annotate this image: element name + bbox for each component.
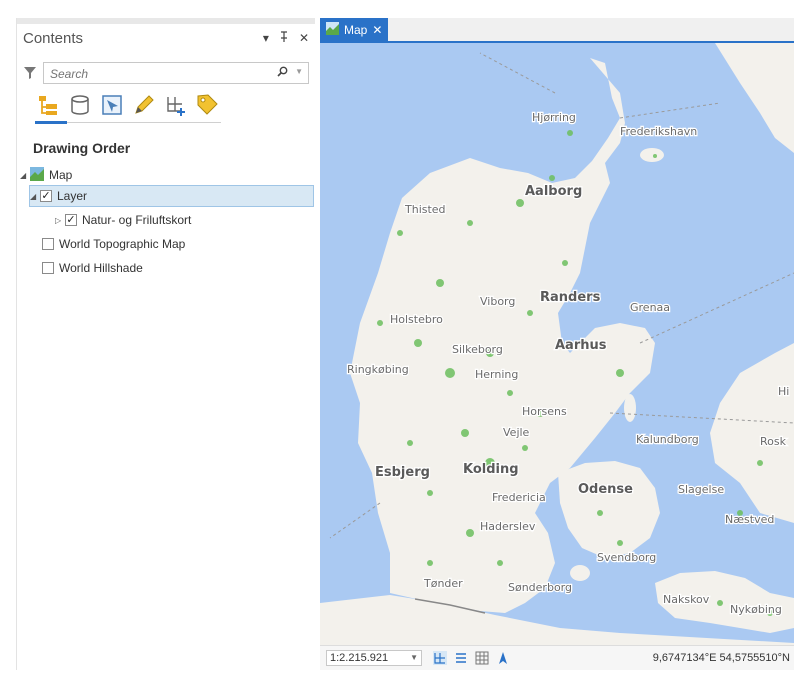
city-label-horsens: Horsens (522, 405, 567, 418)
city-label-vejle: Vejle (503, 426, 530, 439)
pause-drawing-icon[interactable] (453, 650, 469, 666)
contents-pane: Contents ▾ ✕ ▼ (16, 18, 315, 670)
tab-label: Map (344, 22, 368, 37)
snapping-icon[interactable] (432, 650, 448, 666)
scale-selector[interactable]: 1:2.215.921 ▼ (326, 650, 422, 666)
tree-item-label: Map (49, 168, 73, 182)
sweden-landmass (715, 43, 794, 153)
tree-item-sublayer[interactable]: ▷ ✓ Natur- og Friluftskort (55, 209, 191, 231)
city-label-hi: Hi (778, 385, 789, 398)
active-tool-indicator (35, 121, 67, 124)
city-label-randers: Randers (540, 290, 601, 305)
list-by-drawing-order-icon[interactable] (35, 92, 61, 118)
collapse-layer-icon[interactable]: ◢ (30, 192, 40, 201)
city-label-slagelse: Slagelse (678, 483, 724, 496)
search-input[interactable] (48, 65, 272, 83)
city-label-aarhus: Aarhus (555, 338, 607, 353)
map-tab-bar: Map ✕ (320, 18, 794, 43)
city-label-naestved: Næstved (725, 513, 774, 526)
tree-item-label: World Topographic Map (59, 237, 186, 251)
tab-map[interactable]: Map ✕ (320, 18, 389, 41)
search-box[interactable]: ▼ (43, 62, 309, 84)
list-by-data-source-icon[interactable] (67, 92, 93, 118)
city-label-kalundborg: Kalundborg (636, 433, 699, 446)
expand-sublayer-icon[interactable]: ▷ (55, 216, 65, 225)
city-label-nykobing: Nykøbing (730, 603, 782, 616)
pane-menu-icon[interactable]: ▾ (263, 31, 269, 46)
scale-value: 1:2.215.921 (330, 652, 389, 664)
city-label-svendborg: Svendborg (597, 551, 656, 564)
tree-item-layer[interactable]: ◢ ✓ Layer (29, 185, 314, 207)
section-title: Drawing Order (33, 140, 131, 156)
city-label-fredericia: Fredericia (492, 491, 546, 504)
city-label-kolding: Kolding (463, 462, 519, 477)
list-by-editing-icon[interactable] (131, 92, 157, 118)
city-label-herning: Herning (475, 368, 518, 381)
list-by-snapping-icon[interactable] (163, 92, 189, 118)
city-label-tonder: Tønder (423, 577, 463, 590)
chevron-down-icon[interactable]: ▼ (410, 653, 418, 662)
city-label-frederikshavn: Frederikshavn (620, 125, 697, 138)
city-label-nakskov: Nakskov (663, 593, 710, 606)
island-samso (624, 394, 636, 422)
north-arrow-icon[interactable] (495, 650, 511, 666)
basemap: Hjørring Frederikshavn Aalborg Thisted V… (320, 43, 794, 645)
tree-item-label: World Hillshade (59, 261, 143, 275)
sublayer-visibility-checkbox[interactable]: ✓ (65, 214, 77, 226)
city-label-silkeborg: Silkeborg (452, 343, 503, 356)
tree-item-map[interactable]: ◢ Map (20, 164, 72, 186)
tree-item-label: Natur- og Friluftskort (82, 213, 192, 227)
collapse-map-icon[interactable]: ◢ (20, 171, 30, 180)
filter-icon[interactable] (23, 66, 37, 85)
island-als (570, 565, 590, 581)
topo-visibility-checkbox[interactable] (42, 238, 54, 250)
close-pane-icon[interactable]: ✕ (299, 31, 309, 46)
list-by-selection-icon[interactable] (99, 92, 125, 118)
city-label-thisted: Thisted (404, 203, 446, 216)
city-label-holstebro: Holstebro (390, 313, 443, 326)
zealand-landmass (710, 343, 794, 523)
pane-controls: ▾ ✕ (263, 31, 309, 46)
map-icon (30, 166, 44, 184)
coordinate-readout: 9,6747134°E 54,5755510°N (652, 652, 790, 664)
map-view[interactable]: Hjørring Frederikshavn Aalborg Thisted V… (320, 43, 794, 645)
city-label-ringkobing: Ringkøbing (347, 363, 409, 376)
city-label-odense: Odense (578, 482, 633, 497)
layer-visibility-checkbox[interactable]: ✓ (40, 190, 52, 202)
hillshade-visibility-checkbox[interactable] (42, 262, 54, 274)
map-status-bar: 1:2.215.921 ▼ 9,6747134°E 54,5755510°N (320, 645, 794, 670)
city-label-viborg: Viborg (480, 295, 515, 308)
grid-icon[interactable] (474, 650, 490, 666)
city-label-grenaa: Grenaa (630, 301, 670, 314)
island-laeso (640, 148, 664, 162)
city-label-esbjerg: Esbjerg (375, 465, 430, 480)
city-label-haderslev: Haderslev (480, 520, 536, 533)
city-label-aalborg: Aalborg (525, 184, 582, 199)
close-tab-icon[interactable]: ✕ (372, 23, 382, 37)
tree-item-hillshade[interactable]: World Hillshade (42, 257, 143, 279)
contents-title: Contents (23, 30, 84, 47)
search-options-dropdown-icon[interactable]: ▼ (295, 67, 303, 76)
status-tools (432, 650, 511, 666)
auto-hide-pin-icon[interactable] (279, 31, 289, 46)
tree-item-topo[interactable]: World Topographic Map (42, 233, 185, 255)
map-tab-icon (326, 21, 339, 38)
pane-top-strip (17, 18, 315, 24)
city-label-sonderborg: Sønderborg (508, 581, 572, 594)
search-icon[interactable] (277, 66, 288, 80)
contents-toolbar (35, 92, 221, 118)
funen-landmass (558, 461, 660, 558)
list-by-labeling-icon[interactable] (195, 92, 221, 118)
tree-item-label: Layer (57, 189, 88, 203)
city-label-hjorring: Hjørring (532, 111, 576, 124)
map-pane: Map ✕ Hjørring Frederikshavn Aalborg Thi… (320, 18, 794, 670)
city-label-rosk: Rosk (760, 435, 787, 448)
